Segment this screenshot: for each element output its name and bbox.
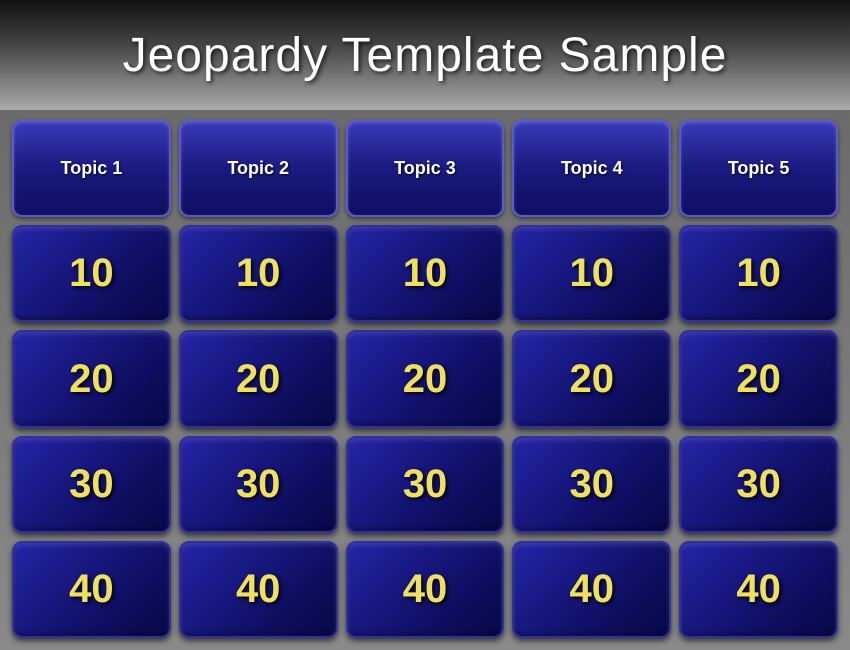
cell-1-20[interactable]: 20 xyxy=(12,330,171,427)
topic-5-label: Topic 5 xyxy=(728,158,790,179)
value-3-40: 40 xyxy=(403,567,448,612)
row-20: 20 20 20 20 20 xyxy=(12,330,838,427)
header: Jeopardy Template Sample xyxy=(0,0,850,110)
value-2-10: 10 xyxy=(236,251,281,296)
topic-2-header[interactable]: Topic 2 xyxy=(179,120,338,217)
value-4-40: 40 xyxy=(570,567,615,612)
cell-4-30[interactable]: 30 xyxy=(512,436,671,533)
value-4-20: 20 xyxy=(570,357,615,402)
row-10: 10 10 10 10 10 xyxy=(12,225,838,322)
row-30: 30 30 30 30 30 xyxy=(12,436,838,533)
topic-5-header[interactable]: Topic 5 xyxy=(679,120,838,217)
cell-2-40[interactable]: 40 xyxy=(179,541,338,638)
cell-4-40[interactable]: 40 xyxy=(512,541,671,638)
cell-5-20[interactable]: 20 xyxy=(679,330,838,427)
cell-3-40[interactable]: 40 xyxy=(346,541,505,638)
cell-3-30[interactable]: 30 xyxy=(346,436,505,533)
value-4-30: 30 xyxy=(570,462,615,507)
cell-2-20[interactable]: 20 xyxy=(179,330,338,427)
value-5-40: 40 xyxy=(736,567,781,612)
row-40: 40 40 40 40 40 xyxy=(12,541,838,638)
cell-1-10[interactable]: 10 xyxy=(12,225,171,322)
value-2-20: 20 xyxy=(236,357,281,402)
value-4-10: 10 xyxy=(570,251,615,296)
cell-5-30[interactable]: 30 xyxy=(679,436,838,533)
page-title: Jeopardy Template Sample xyxy=(123,28,728,83)
cell-4-20[interactable]: 20 xyxy=(512,330,671,427)
cell-3-20[interactable]: 20 xyxy=(346,330,505,427)
game-board: Topic 1 Topic 2 Topic 3 Topic 4 Topic 5 … xyxy=(0,110,850,650)
topic-1-header[interactable]: Topic 1 xyxy=(12,120,171,217)
value-1-30: 30 xyxy=(69,462,114,507)
value-3-10: 10 xyxy=(403,251,448,296)
cell-2-10[interactable]: 10 xyxy=(179,225,338,322)
value-1-20: 20 xyxy=(69,357,114,402)
topic-2-label: Topic 2 xyxy=(227,158,289,179)
cell-5-10[interactable]: 10 xyxy=(679,225,838,322)
cell-5-40[interactable]: 40 xyxy=(679,541,838,638)
value-2-40: 40 xyxy=(236,567,281,612)
value-2-30: 30 xyxy=(236,462,281,507)
cell-4-10[interactable]: 10 xyxy=(512,225,671,322)
value-5-20: 20 xyxy=(736,357,781,402)
value-5-10: 10 xyxy=(736,251,781,296)
value-1-10: 10 xyxy=(69,251,114,296)
value-5-30: 30 xyxy=(736,462,781,507)
topics-row: Topic 1 Topic 2 Topic 3 Topic 4 Topic 5 xyxy=(12,120,838,217)
topic-4-header[interactable]: Topic 4 xyxy=(512,120,671,217)
value-1-40: 40 xyxy=(69,567,114,612)
page-wrapper: Jeopardy Template Sample Topic 1 Topic 2… xyxy=(0,0,850,650)
topic-1-label: Topic 1 xyxy=(61,158,123,179)
topic-3-label: Topic 3 xyxy=(394,158,456,179)
topic-4-label: Topic 4 xyxy=(561,158,623,179)
value-3-30: 30 xyxy=(403,462,448,507)
value-3-20: 20 xyxy=(403,357,448,402)
cell-1-30[interactable]: 30 xyxy=(12,436,171,533)
cell-3-10[interactable]: 10 xyxy=(346,225,505,322)
cell-1-40[interactable]: 40 xyxy=(12,541,171,638)
topic-3-header[interactable]: Topic 3 xyxy=(346,120,505,217)
cell-2-30[interactable]: 30 xyxy=(179,436,338,533)
